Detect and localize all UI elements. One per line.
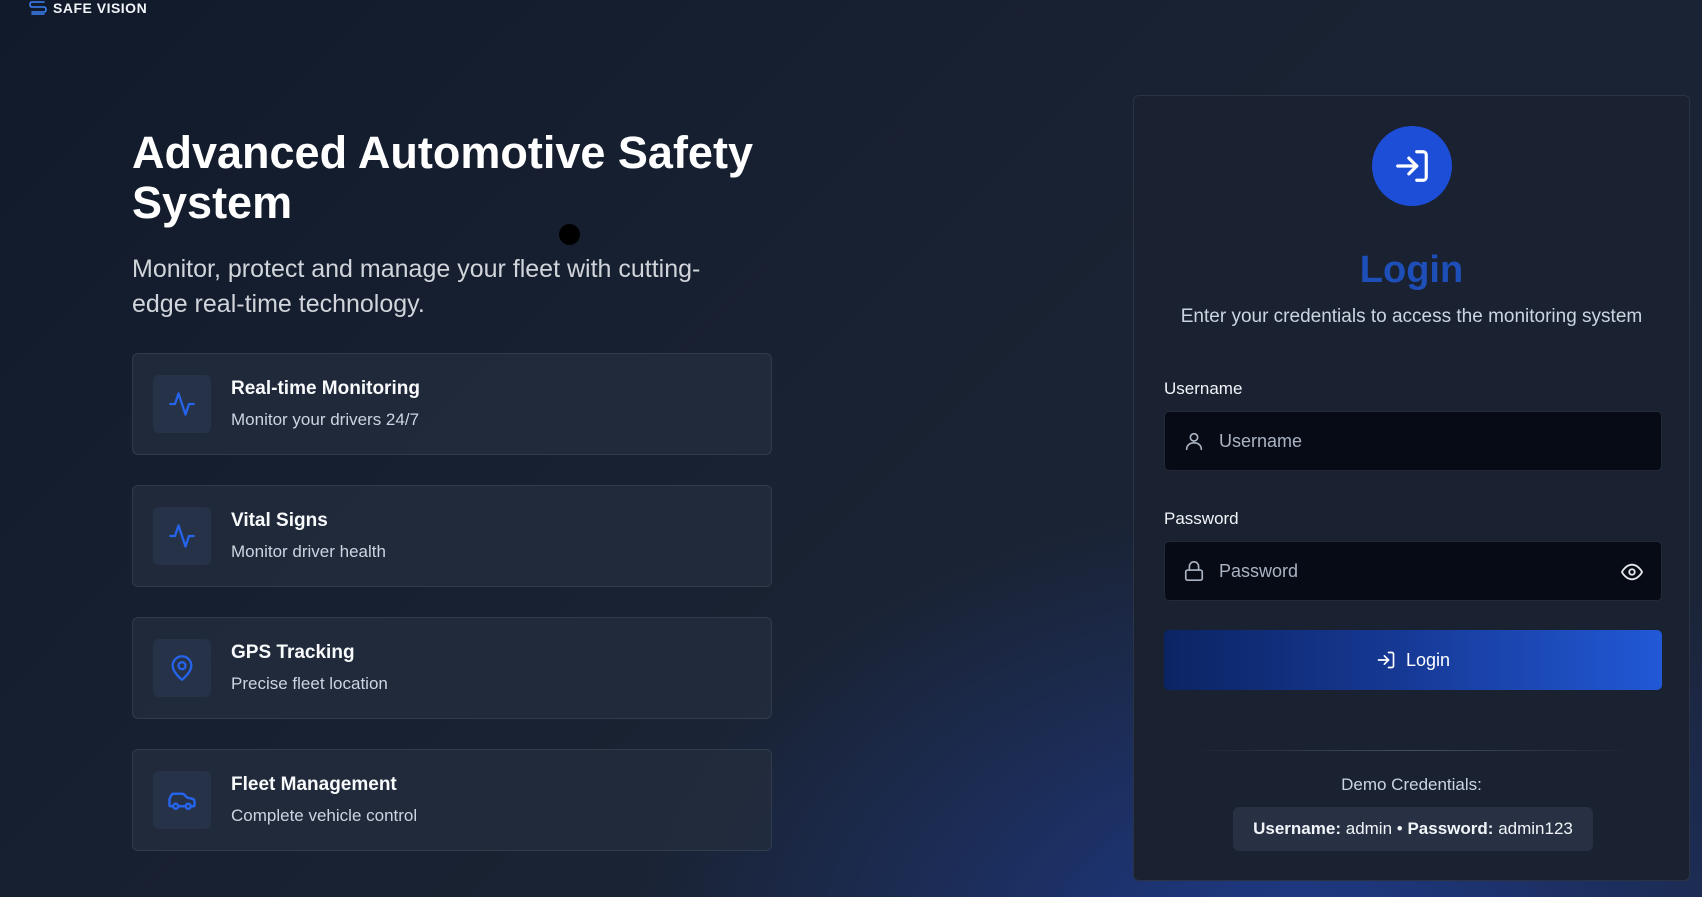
feature-card-vital-signs: Vital Signs Monitor driver health — [132, 485, 772, 587]
feature-description: Complete vehicle control — [231, 806, 418, 825]
feature-list: Real-time Monitoring Monitor your driver… — [132, 353, 772, 881]
brand-name: SAFE VISION — [53, 0, 148, 16]
password-label: Password — [1164, 509, 1239, 528]
demo-credentials-label: Demo Credentials: — [1341, 775, 1482, 794]
logo-icon — [29, 1, 47, 15]
feature-description: Precise fleet location — [231, 674, 388, 693]
car-icon — [153, 771, 211, 829]
username-input[interactable] — [1219, 430, 1599, 452]
demo-password-key: Password: — [1407, 819, 1494, 838]
demo-password-value: admin123 — [1498, 819, 1573, 838]
brand: SAFE VISION — [29, 0, 147, 16]
feature-title: Vital Signs — [231, 510, 328, 531]
demo-credentials-box: Username: admin • Password: admin123 — [1233, 807, 1593, 851]
activity-icon — [153, 507, 211, 565]
activity-icon — [153, 375, 211, 433]
hero-title: Advanced Automotive Safety System — [132, 127, 753, 228]
login-button-label: Login — [1405, 649, 1451, 670]
username-label: Username — [1164, 379, 1243, 398]
feature-title: Real-time Monitoring — [231, 378, 420, 399]
login-title: Login — [1359, 249, 1464, 291]
cursor-dot — [559, 224, 580, 245]
feature-description: Monitor driver health — [231, 542, 386, 561]
feature-title: GPS Tracking — [231, 642, 355, 663]
user-icon — [1185, 432, 1203, 451]
username-field[interactable] — [1164, 411, 1662, 471]
eye-icon[interactable] — [1621, 561, 1643, 583]
feature-card-realtime-monitoring: Real-time Monitoring Monitor your driver… — [132, 353, 772, 455]
login-badge — [1372, 126, 1452, 206]
feature-card-gps-tracking: GPS Tracking Precise fleet location — [132, 617, 772, 719]
password-input[interactable] — [1219, 560, 1599, 582]
hero: Advanced Automotive Safety System Monito… — [132, 128, 772, 322]
demo-username-key: Username: — [1253, 819, 1341, 838]
demo-username-value: admin — [1345, 819, 1393, 838]
divider — [1184, 750, 1642, 751]
feature-title: Fleet Management — [231, 774, 397, 795]
feature-card-fleet-management: Fleet Management Complete vehicle contro… — [132, 749, 772, 851]
log-in-icon — [1377, 651, 1395, 669]
password-field[interactable] — [1164, 541, 1662, 601]
lock-icon — [1184, 561, 1204, 581]
hero-subtitle: Monitor, protect and manage your fleet w… — [132, 255, 701, 318]
map-pin-icon — [153, 639, 211, 697]
login-subtitle: Enter your credentials to access the mon… — [1180, 306, 1643, 327]
feature-description: Monitor your drivers 24/7 — [231, 410, 420, 429]
login-button[interactable]: Login — [1164, 630, 1662, 690]
demo-separator: • — [1396, 819, 1403, 838]
log-in-icon — [1396, 150, 1428, 182]
login-card: Login Enter your credentials to access t… — [1133, 95, 1690, 881]
